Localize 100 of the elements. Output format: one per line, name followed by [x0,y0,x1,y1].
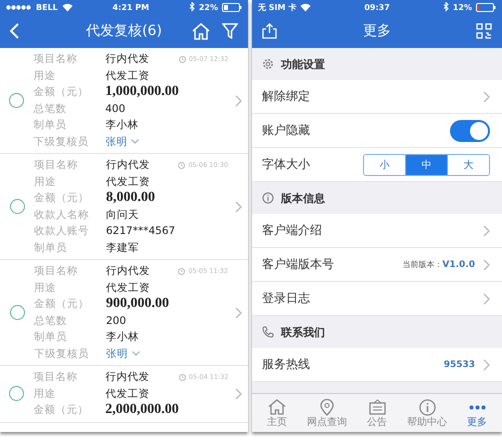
field-value: 李建军 [106,240,140,255]
clock-icon [178,56,186,63]
field-label: 下级复核员 [33,134,90,150]
screen-title: 代发复核(6) [86,23,162,39]
field-label: 总笔数 [33,102,68,116]
chevron-right-icon [483,358,490,370]
battery-percent: 12% [452,2,472,12]
tab-item[interactable]: 主页 [252,394,302,432]
signal-icon [6,4,32,10]
tab-item[interactable]: 帮助中心 [402,394,452,432]
carrier-name: BELL [36,2,58,12]
chevron-right-icon [483,224,490,236]
field-label: 制单员 [34,240,68,256]
battery-icon [476,2,496,12]
field-value: 400 [105,102,126,115]
field-label: 制单员 [34,330,68,345]
row-value: 95533 [444,360,475,370]
section-title: 版本信息 [281,190,325,206]
battery-percent: 22% [198,2,218,12]
settings-icon [262,58,274,70]
tab-item[interactable]: 更多 [452,394,502,432]
chevron-right-icon [234,200,242,212]
location-pin-icon [320,398,334,416]
phone-icon [262,326,274,338]
select-radio[interactable] [10,199,24,214]
field-value: 200 [106,314,128,327]
bluetooth-icon [442,2,449,12]
clock-icon [178,162,186,169]
field-label: 收款人账号 [34,224,90,239]
back-icon[interactable] [10,23,19,39]
screen-title: 更多 [363,23,391,39]
info-icon [418,398,436,416]
field-label: 用途 [33,68,56,84]
field-value: 6217***4567 [106,225,176,238]
field-label: 金额（元） [33,403,90,418]
field-value: 代发工资 [105,68,150,83]
wifi-icon [62,2,73,12]
field-label: 制单员 [33,118,68,133]
field-value: 行内代发 [105,370,150,384]
tab-item[interactable]: 网点查询 [302,394,352,432]
chevron-right-icon [483,258,490,270]
chevron-right-icon [483,292,490,304]
select-radio[interactable] [10,305,24,320]
row-label[interactable]: 服务热线 [262,356,310,373]
chevron-right-icon [234,388,242,400]
toggle-switch[interactable] [450,120,490,142]
clock-icon [178,268,186,275]
field-value: 行内代发 [106,158,151,172]
field-label: 用途 [34,174,57,190]
amount-value: 8,000.00 [106,190,156,206]
field-value: 代发工资 [105,386,150,401]
filter-icon[interactable] [222,22,238,38]
amount-value: 900,000.00 [106,296,170,312]
field-label: 金额（元） [34,297,90,312]
row-label[interactable]: 客户端版本号 [262,256,334,273]
row-label[interactable]: 解除绑定 [262,88,310,105]
bluetooth-icon [188,2,195,12]
field-value: 代发工资 [106,174,151,189]
field-label: 项目名称 [33,370,78,385]
field-label: 用途 [33,386,56,402]
amount-value: 2,000,000.00 [105,402,179,418]
select-radio[interactable] [9,93,24,108]
font-size-option[interactable]: 中 [405,154,447,174]
chevron-right-icon [234,306,242,318]
battery-icon [222,2,242,12]
select-radio[interactable] [9,386,24,402]
field-value: 代发工资 [106,280,151,295]
row-label[interactable]: 登录日志 [262,290,310,307]
row-label: 账户隐藏 [262,122,310,139]
amount-value: 1,000,000.00 [105,84,179,100]
version-label: 当前版本： [402,259,442,270]
section-title: 联系我们 [281,324,325,340]
chevron-right-icon [234,94,242,106]
field-label: 下级复核员 [34,346,90,362]
row-label[interactable]: 客户端介绍 [262,222,322,239]
share-icon[interactable] [262,23,277,39]
wifi-icon [300,2,312,12]
carrier-name: 无 SIM 卡 [258,2,296,12]
field-label: 项目名称 [34,158,79,173]
reviewer-dropdown[interactable]: 张明 [105,134,128,149]
chevron-right-icon [483,90,490,102]
qr-code-icon[interactable] [476,23,492,39]
row-value: V1.0.0 [442,260,475,270]
home-icon[interactable] [192,22,210,40]
notice-board-icon [368,399,386,415]
reviewer-dropdown[interactable]: 张明 [106,346,128,361]
clock-icon [178,374,186,381]
field-value: 李小林 [106,330,140,344]
row-label: 字体大小 [262,156,310,173]
field-label: 金额（元） [34,191,90,206]
section-title: 功能设置 [281,56,325,72]
caret-icon [132,351,140,356]
field-label: 项目名称 [34,264,79,279]
tab-item[interactable]: 公告 [352,394,402,432]
more-dots-icon [468,404,486,410]
field-label: 项目名称 [33,52,78,67]
font-size-option[interactable]: 大 [447,154,489,174]
field-value: 行内代发 [105,52,150,66]
info-icon [262,192,274,204]
field-label: 总笔数 [34,314,68,328]
